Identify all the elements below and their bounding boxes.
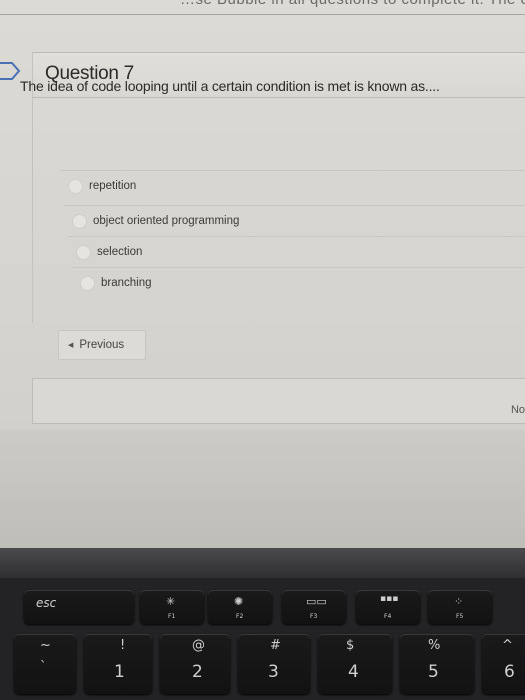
key-2-label: 2 bbox=[192, 662, 203, 682]
answer-label: selection bbox=[97, 246, 143, 258]
f3-key[interactable]: ▭▭ F3 bbox=[282, 590, 346, 624]
previous-arrow-icon: ◀ bbox=[68, 342, 74, 349]
key-3[interactable]: # 3 bbox=[238, 634, 310, 694]
next-button[interactable]: No bbox=[511, 404, 525, 416]
answer-label: repetition bbox=[89, 180, 137, 192]
tilde-symbol: ~ bbox=[40, 638, 51, 653]
esc-label: esc bbox=[36, 596, 57, 610]
radio-button[interactable] bbox=[72, 213, 87, 229]
question-text: The idea of code looping until a certain… bbox=[20, 78, 440, 94]
key-5[interactable]: % 5 bbox=[400, 634, 474, 694]
key-6[interactable]: ^ 6 bbox=[482, 634, 525, 694]
launchpad-icon: ▪▪▪ bbox=[380, 594, 399, 604]
mission-control-icon: ▭▭ bbox=[306, 595, 327, 608]
key-1-symbol: ! bbox=[120, 638, 126, 653]
key-2[interactable]: @ 2 bbox=[160, 634, 230, 694]
key-5-symbol: % bbox=[428, 638, 441, 653]
keyboard-light-icon: ⁘ bbox=[454, 595, 464, 608]
key-4[interactable]: $ 4 bbox=[318, 634, 392, 694]
backtick-symbol: ` bbox=[40, 660, 47, 675]
instructions-text: …se Bubble in all questions to complete … bbox=[180, 0, 525, 9]
key-5-label: 5 bbox=[428, 662, 439, 682]
radio-button[interactable] bbox=[80, 275, 95, 291]
key-2-symbol: @ bbox=[192, 638, 205, 653]
answer-list: repetition object oriented programming s… bbox=[50, 170, 525, 298]
key-3-label: 3 bbox=[268, 662, 279, 682]
key-3-symbol: # bbox=[270, 638, 281, 653]
esc-key[interactable]: esc bbox=[24, 590, 134, 624]
browser-viewport: …se Bubble in all questions to complete … bbox=[0, 0, 525, 548]
key-6-symbol: ^ bbox=[502, 638, 513, 653]
f4-key[interactable]: ▪▪▪ F4 bbox=[356, 590, 420, 624]
f1-label: F1 bbox=[168, 613, 176, 620]
radio-button[interactable] bbox=[76, 244, 91, 260]
answer-label: branching bbox=[101, 277, 152, 289]
brightness-down-icon: ✳ bbox=[166, 595, 176, 608]
answer-option-branching[interactable]: branching bbox=[72, 267, 525, 298]
key-4-label: 4 bbox=[348, 662, 359, 682]
answer-option-selection[interactable]: selection bbox=[68, 236, 525, 267]
f2-key[interactable]: ✺ F2 bbox=[208, 590, 272, 624]
brightness-up-icon: ✺ bbox=[234, 595, 244, 608]
key-1-label: 1 bbox=[114, 662, 125, 682]
f5-key[interactable]: ⁘ F5 bbox=[428, 590, 492, 624]
previous-button[interactable]: ◀ Previous bbox=[58, 330, 146, 360]
key-1[interactable]: ! 1 bbox=[84, 634, 152, 694]
key-4-symbol: $ bbox=[346, 638, 355, 653]
radio-button[interactable] bbox=[68, 178, 83, 194]
laptop-bezel bbox=[0, 548, 525, 578]
f3-label: F3 bbox=[310, 613, 318, 620]
page-bottom bbox=[0, 430, 525, 548]
key-6-label: 6 bbox=[504, 662, 515, 682]
answer-option-repetition[interactable]: repetition bbox=[60, 170, 525, 201]
flag-question-icon[interactable] bbox=[0, 60, 22, 82]
f5-label: F5 bbox=[456, 613, 464, 620]
f1-key[interactable]: ✳ F1 bbox=[140, 590, 204, 624]
previous-label: Previous bbox=[79, 339, 125, 351]
f2-label: F2 bbox=[236, 613, 244, 620]
answer-option-oop[interactable]: object oriented programming bbox=[64, 205, 525, 236]
tilde-key[interactable]: ~ ` bbox=[14, 634, 76, 694]
f4-label: F4 bbox=[384, 613, 392, 620]
navigation-bar bbox=[32, 378, 525, 424]
divider bbox=[0, 14, 525, 15]
answer-label: object oriented programming bbox=[93, 215, 240, 227]
